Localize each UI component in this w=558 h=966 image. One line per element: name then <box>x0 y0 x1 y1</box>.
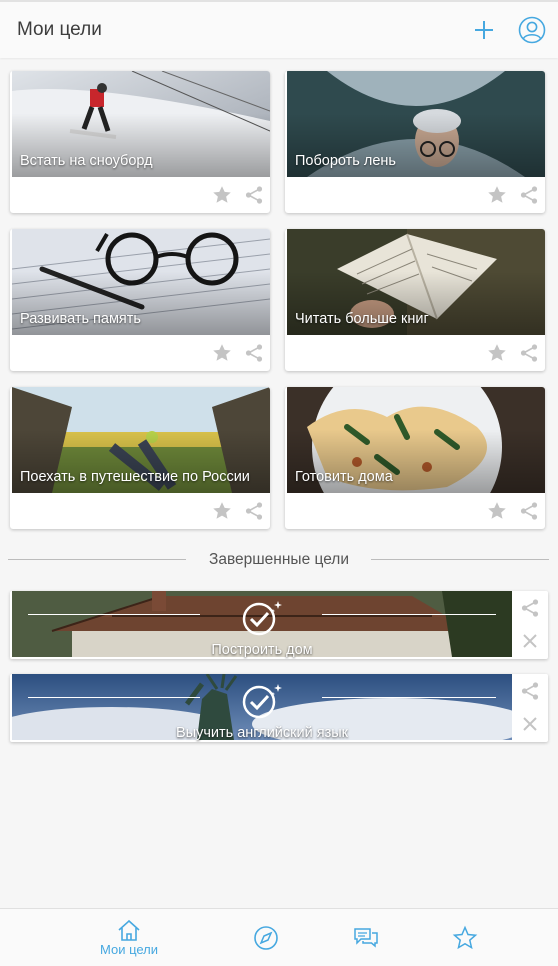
page-title: Мои цели <box>17 19 102 40</box>
goal-title: Побороть лень <box>295 153 396 169</box>
close-icon[interactable] <box>521 715 539 733</box>
add-goal-button[interactable] <box>468 14 500 46</box>
tab-messages[interactable] <box>340 909 392 966</box>
compass-icon <box>254 926 278 950</box>
goal-card[interactable]: Читать больше книг <box>285 229 545 371</box>
goal-title: Встать на сноуборд <box>20 153 153 169</box>
close-icon[interactable] <box>521 632 539 650</box>
share-icon[interactable] <box>520 598 540 618</box>
completed-goal-card[interactable]: Построить дом <box>10 591 548 659</box>
goal-card[interactable]: Поехать в путешествие по России <box>10 387 270 529</box>
star-icon[interactable] <box>486 500 508 522</box>
share-icon[interactable] <box>244 501 264 521</box>
profile-icon <box>518 16 546 44</box>
share-icon[interactable] <box>519 501 539 521</box>
completed-check-icon <box>242 601 282 636</box>
home-icon <box>118 919 140 941</box>
share-icon[interactable] <box>244 343 264 363</box>
completed-goal-card[interactable]: Выучить английский язык <box>10 674 548 742</box>
share-icon[interactable] <box>519 343 539 363</box>
share-icon[interactable] <box>244 185 264 205</box>
profile-button[interactable] <box>516 14 548 46</box>
plus-icon <box>475 21 493 39</box>
star-icon[interactable] <box>211 342 233 364</box>
completed-check-icon <box>242 684 282 719</box>
app-bar: Мои цели <box>0 0 558 58</box>
goal-title: Готовить дома <box>295 469 393 485</box>
bottom-tab-bar: Мои цели <box>0 908 558 966</box>
share-icon[interactable] <box>519 185 539 205</box>
completed-goal-title: Построить дом <box>211 642 313 658</box>
goal-card[interactable]: Готовить дома <box>285 387 545 529</box>
tab-explore[interactable] <box>240 909 292 966</box>
completed-goals-divider: Завершенные цели <box>0 549 558 573</box>
star-icon[interactable] <box>211 184 233 206</box>
completed-goals-heading: Завершенные цели <box>208 551 350 568</box>
tab-my-goals[interactable]: Мои цели <box>86 909 172 966</box>
goal-title: Читать больше книг <box>295 311 429 327</box>
star-icon[interactable] <box>211 500 233 522</box>
goal-card[interactable]: Развивать память <box>10 229 270 371</box>
goal-title: Поехать в путешествие по России <box>20 469 250 485</box>
share-icon[interactable] <box>520 681 540 701</box>
tab-favorites[interactable] <box>439 909 491 966</box>
tab-my-goals-label: Мои цели <box>99 942 159 957</box>
star-icon <box>452 925 478 950</box>
goal-card[interactable]: Встать на сноуборд <box>10 71 270 213</box>
goal-card[interactable]: Побороть лень <box>285 71 545 213</box>
star-icon[interactable] <box>486 342 508 364</box>
goal-title: Развивать память <box>20 311 141 327</box>
completed-goal-title: Выучить английский язык <box>175 725 348 741</box>
star-icon[interactable] <box>486 184 508 206</box>
chat-icon <box>354 928 378 948</box>
